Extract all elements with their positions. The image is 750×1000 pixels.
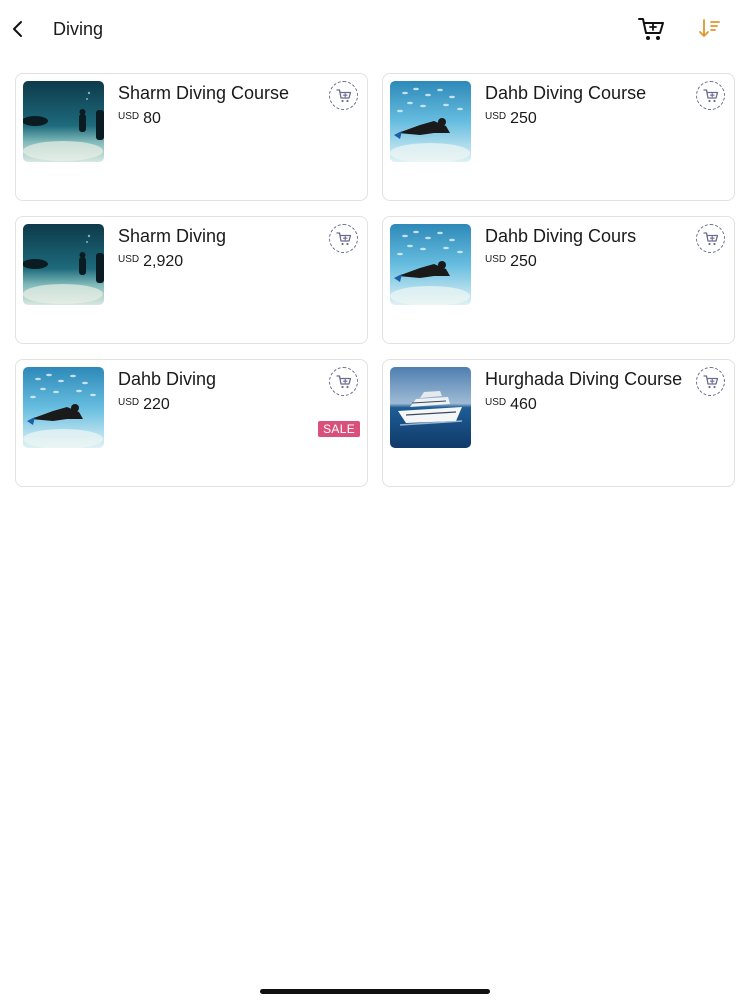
- product-list-screen: Diving Sharm Diving Course USD 80 Dahb D…: [0, 0, 750, 1000]
- product-price: USD 220: [118, 396, 170, 414]
- price-amount: 250: [510, 110, 537, 127]
- divers-dark-water-image: [23, 224, 104, 305]
- price-currency: USD: [118, 254, 140, 265]
- price-amount: 460: [510, 396, 537, 413]
- diver-with-fish-image: [390, 81, 471, 162]
- product-image[interactable]: [390, 81, 471, 162]
- back-button[interactable]: [6, 17, 30, 41]
- top-bar: Diving: [0, 0, 750, 60]
- sale-badge: SALE: [318, 421, 360, 437]
- product-title[interactable]: Dahb Diving Cours: [485, 226, 636, 247]
- add-to-cart-button[interactable]: [329, 224, 358, 253]
- cart-icon: [335, 231, 351, 245]
- product-price: USD 250: [485, 110, 537, 128]
- cart-button[interactable]: [637, 15, 665, 43]
- price-amount: 250: [510, 253, 537, 270]
- product-title[interactable]: Hurghada Diving Course: [485, 369, 682, 390]
- price-currency: USD: [485, 111, 507, 122]
- price-currency: USD: [118, 111, 140, 122]
- yacht-at-sea-image: [390, 367, 471, 448]
- product-image[interactable]: [23, 367, 104, 448]
- cart-icon: [702, 231, 718, 245]
- add-to-cart-button[interactable]: [696, 224, 725, 253]
- product-price: USD 80: [118, 110, 161, 128]
- add-to-cart-button[interactable]: [696, 81, 725, 110]
- product-card[interactable]: Sharm Diving USD 2,920: [15, 216, 368, 344]
- product-image[interactable]: [390, 367, 471, 448]
- chevron-left-icon: [13, 21, 22, 37]
- add-to-cart-button[interactable]: [329, 367, 358, 396]
- price-amount: 220: [143, 396, 170, 413]
- diver-with-fish-image: [390, 224, 471, 305]
- price-currency: USD: [485, 397, 507, 408]
- product-card[interactable]: Dahb Diving USD 220 SALE: [15, 359, 368, 487]
- add-to-cart-button[interactable]: [329, 81, 358, 110]
- product-image[interactable]: [390, 224, 471, 305]
- product-grid: Sharm Diving Course USD 80 Dahb Diving Cou…: [15, 73, 735, 487]
- cart-icon: [335, 88, 351, 102]
- product-title[interactable]: Dahb Diving Course: [485, 83, 646, 104]
- cart-icon: [702, 374, 718, 388]
- product-title[interactable]: Dahb Diving: [118, 369, 216, 390]
- add-to-cart-button[interactable]: [696, 367, 725, 396]
- product-price: USD 250: [485, 253, 537, 271]
- price-currency: USD: [118, 397, 140, 408]
- product-card[interactable]: Dahb Diving Cours USD 250: [382, 216, 735, 344]
- sort-button[interactable]: [697, 17, 721, 41]
- cart-icon: [702, 88, 718, 102]
- product-title[interactable]: Sharm Diving Course: [118, 83, 289, 104]
- product-title[interactable]: Sharm Diving: [118, 226, 226, 247]
- product-image[interactable]: [23, 81, 104, 162]
- price-currency: USD: [485, 254, 507, 265]
- sort-icon: [699, 19, 720, 37]
- divers-dark-water-image: [23, 81, 104, 162]
- page-title: Diving: [53, 19, 104, 39]
- product-card[interactable]: Sharm Diving Course USD 80: [15, 73, 368, 201]
- product-card[interactable]: Dahb Diving Course USD 250: [382, 73, 735, 201]
- product-price: USD 2,920: [118, 253, 183, 271]
- price-amount: 2,920: [143, 253, 184, 270]
- diver-with-fish-image: [23, 367, 104, 448]
- price-amount: 80: [143, 110, 161, 127]
- cart-icon: [638, 18, 664, 40]
- product-price: USD 460: [485, 396, 537, 414]
- product-card[interactable]: Hurghada Diving Course USD 460: [382, 359, 735, 487]
- product-image[interactable]: [23, 224, 104, 305]
- cart-icon: [335, 374, 351, 388]
- home-indicator[interactable]: [260, 989, 490, 994]
